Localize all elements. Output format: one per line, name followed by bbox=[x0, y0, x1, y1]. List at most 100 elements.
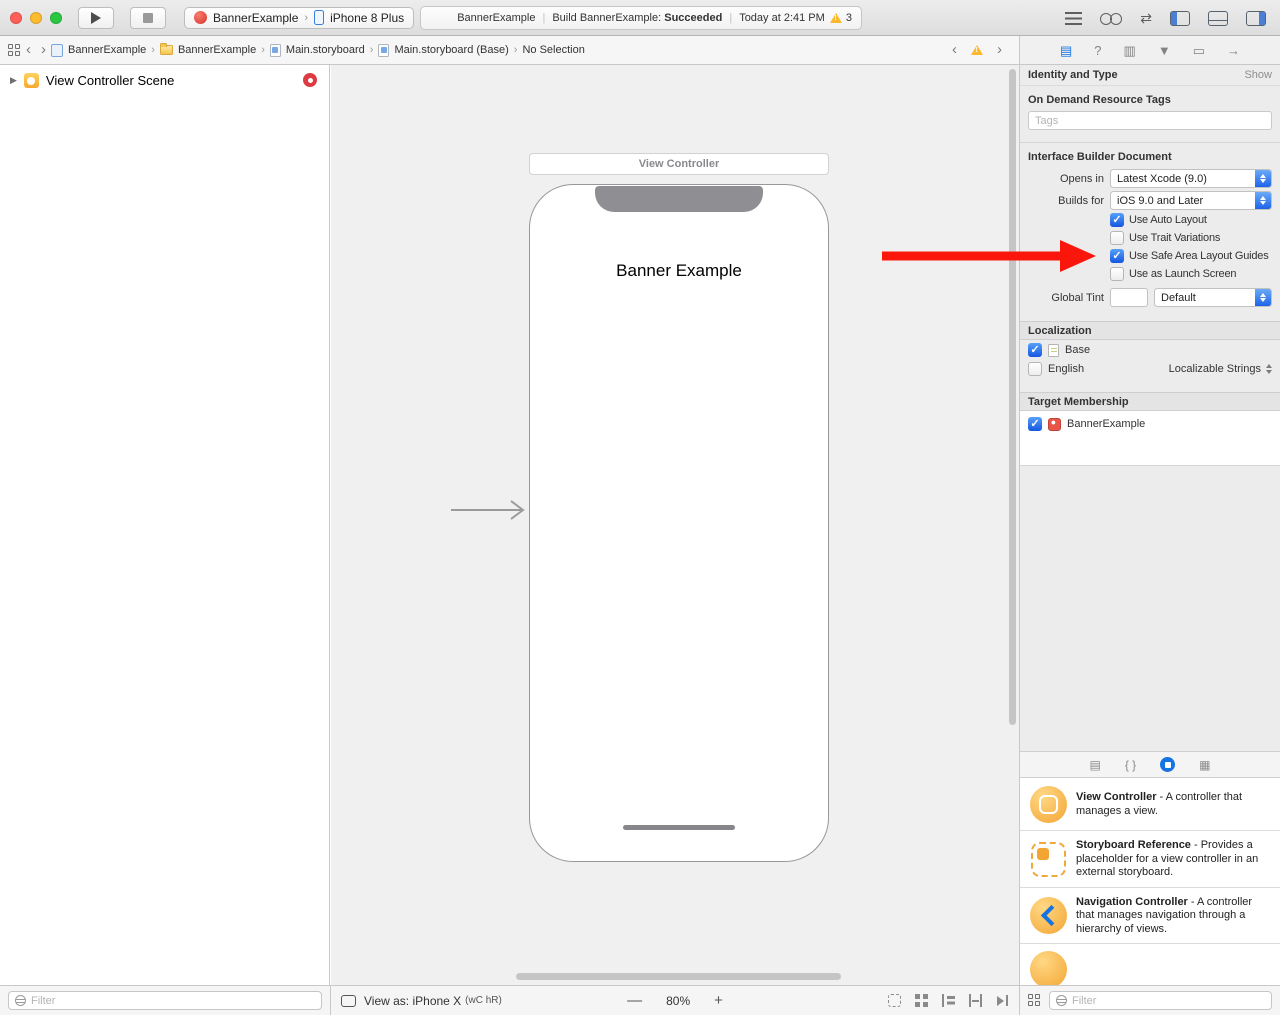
outline-filter-field[interactable] bbox=[8, 991, 322, 1010]
stop-button[interactable] bbox=[130, 7, 166, 29]
global-tint-popup[interactable]: Default bbox=[1154, 288, 1272, 307]
scene-label: View Controller Scene bbox=[46, 73, 174, 88]
toggle-inspector-panel-icon[interactable] bbox=[1246, 11, 1266, 26]
toggle-navigator-panel-icon[interactable] bbox=[1170, 11, 1190, 26]
target-checkbox[interactable] bbox=[1028, 417, 1042, 431]
attributes-inspector-icon[interactable]: ▼ bbox=[1158, 44, 1171, 57]
library-tab-bar: ▤ { } ▦ bbox=[1020, 751, 1280, 778]
previous-issue-button[interactable]: ‹ bbox=[947, 43, 962, 57]
warning-badge[interactable]: 3 bbox=[830, 12, 852, 24]
use-trait-variations-checkbox[interactable] bbox=[1110, 231, 1124, 245]
pin-constraints-icon[interactable] bbox=[969, 994, 982, 1007]
builds-for-row: Builds for iOS 9.0 and Later bbox=[1020, 191, 1272, 210]
canvas-bottom-bar: View as: iPhone X (wC hR) — 80% + bbox=[331, 985, 1019, 1015]
library-item-view-controller[interactable]: View Controller - A controller that mana… bbox=[1020, 778, 1280, 831]
opens-in-popup[interactable]: Latest Xcode (9.0) bbox=[1110, 169, 1272, 188]
update-frames-icon[interactable] bbox=[888, 994, 901, 1007]
library-filter-field[interactable] bbox=[1049, 991, 1272, 1010]
use-as-launch-screen-checkbox[interactable] bbox=[1110, 267, 1124, 281]
view-controller-scene-row[interactable]: ▶ View Controller Scene bbox=[0, 65, 329, 96]
stepper-icon[interactable] bbox=[1266, 364, 1272, 374]
next-issue-button[interactable]: › bbox=[992, 43, 1007, 57]
code-snippet-library-icon[interactable]: { } bbox=[1125, 759, 1136, 771]
view-controller-view[interactable]: Banner Example bbox=[529, 184, 829, 862]
embed-in-stack-icon[interactable] bbox=[915, 994, 928, 1007]
zoom-out-button[interactable]: — bbox=[627, 992, 642, 1009]
back-button[interactable]: ‹ bbox=[21, 43, 36, 57]
quick-help-inspector-icon[interactable]: ? bbox=[1094, 44, 1101, 57]
use-safe-area-layout-guides-checkbox[interactable] bbox=[1110, 249, 1124, 263]
assistant-editor-icon[interactable] bbox=[1100, 12, 1122, 25]
zoom-level[interactable]: 80% bbox=[666, 994, 690, 1008]
status-separator: | bbox=[729, 12, 732, 24]
breadcrumb-project[interactable]: BannerExample bbox=[51, 44, 146, 57]
builds-for-popup[interactable]: iOS 9.0 and Later bbox=[1110, 191, 1272, 210]
library-item-navigation-controller[interactable]: Navigation Controller - A controller tha… bbox=[1020, 888, 1280, 945]
checkbox-label: Use Safe Area Layout Guides bbox=[1129, 250, 1269, 262]
version-editor-icon[interactable]: ⇄ bbox=[1140, 12, 1152, 25]
opens-in-label: Opens in bbox=[1020, 173, 1110, 185]
view-as-label[interactable]: View as: iPhone X bbox=[364, 994, 461, 1008]
zoom-in-button[interactable]: + bbox=[714, 992, 723, 1009]
library-filter-input[interactable] bbox=[1072, 995, 1265, 1007]
object-library-icon[interactable] bbox=[1160, 757, 1175, 772]
inspector-tab-bar: ▤ ? ▥ ▼ ▭ → bbox=[1019, 36, 1280, 65]
connections-inspector-icon[interactable]: → bbox=[1227, 44, 1240, 57]
window-toolbar: BannerExample › iPhone 8 Plus BannerExam… bbox=[0, 0, 1280, 36]
identity-inspector-icon[interactable]: ▥ bbox=[1124, 44, 1136, 57]
annotation-arrow-head bbox=[1060, 240, 1096, 272]
filter-icon bbox=[15, 995, 26, 1006]
toggle-debug-panel-icon[interactable] bbox=[1208, 11, 1228, 26]
resolve-auto-layout-icon[interactable] bbox=[996, 994, 1009, 1007]
toolbar-right-controls: ⇄ bbox=[1065, 0, 1266, 36]
status-build: Build BannerExample: Succeeded bbox=[552, 12, 722, 24]
related-items-icon[interactable] bbox=[8, 44, 21, 57]
breadcrumb-storyboard[interactable]: Main.storyboard bbox=[270, 44, 365, 57]
error-badge[interactable] bbox=[303, 73, 317, 87]
global-tint-color-well[interactable] bbox=[1110, 288, 1148, 307]
banner-label[interactable]: Banner Example bbox=[530, 261, 828, 281]
align-icon[interactable] bbox=[942, 994, 955, 1007]
breadcrumb-no-selection[interactable]: No Selection bbox=[522, 44, 584, 56]
library-item-partial[interactable] bbox=[1020, 944, 1280, 985]
forward-button[interactable]: › bbox=[36, 43, 51, 57]
grid-view-icon[interactable] bbox=[1028, 994, 1041, 1007]
base-checkbox[interactable] bbox=[1028, 343, 1042, 357]
breadcrumb-storyboard-base[interactable]: Main.storyboard (Base) bbox=[378, 44, 508, 57]
project-icon bbox=[51, 44, 63, 57]
file-inspector-icon[interactable]: ▤ bbox=[1060, 44, 1072, 57]
scheme-name[interactable]: BannerExample bbox=[213, 11, 298, 25]
run-destination[interactable]: iPhone 8 Plus bbox=[330, 11, 404, 25]
scheme-selector[interactable]: BannerExample › iPhone 8 Plus bbox=[184, 7, 414, 29]
horizontal-scrollbar[interactable] bbox=[516, 973, 841, 980]
app-icon bbox=[194, 11, 207, 24]
view-controller-title-bar[interactable]: View Controller bbox=[529, 153, 829, 175]
library-item-storyboard-reference[interactable]: Storyboard Reference - Provides a placeh… bbox=[1020, 831, 1280, 888]
global-tint-label: Global Tint bbox=[1020, 292, 1110, 304]
localization-file-type[interactable]: Localizable Strings bbox=[1169, 363, 1272, 375]
library-item-icon bbox=[1030, 951, 1067, 985]
disclosure-triangle-icon[interactable]: ▶ bbox=[10, 75, 17, 86]
resource-tags-input[interactable] bbox=[1028, 111, 1272, 130]
breadcrumb-separator: › bbox=[256, 44, 270, 56]
storyboard-base-icon bbox=[378, 44, 389, 57]
storyboard-entry-point-arrow bbox=[449, 498, 531, 522]
storyboard-canvas[interactable]: View Controller Banner Example bbox=[331, 65, 1019, 985]
minimize-window-button[interactable] bbox=[30, 12, 42, 24]
status-bar-notch bbox=[595, 186, 763, 212]
opens-in-row: Opens in Latest Xcode (9.0) bbox=[1020, 169, 1272, 188]
english-checkbox[interactable] bbox=[1028, 362, 1042, 376]
outline-filter-input[interactable] bbox=[31, 995, 315, 1007]
standard-editor-icon[interactable] bbox=[1065, 12, 1082, 25]
vertical-scrollbar[interactable] bbox=[1009, 69, 1016, 725]
warning-icon[interactable] bbox=[971, 45, 983, 55]
breadcrumb-group[interactable]: BannerExample bbox=[160, 44, 256, 56]
zoom-window-button[interactable] bbox=[50, 12, 62, 24]
media-library-icon[interactable]: ▦ bbox=[1199, 759, 1210, 771]
use-auto-layout-checkbox[interactable] bbox=[1110, 213, 1124, 227]
run-button[interactable] bbox=[78, 7, 114, 29]
close-window-button[interactable] bbox=[10, 12, 22, 24]
show-link[interactable]: Show bbox=[1244, 69, 1272, 81]
size-inspector-icon[interactable]: ▭ bbox=[1193, 44, 1205, 57]
file-template-library-icon[interactable]: ▤ bbox=[1089, 759, 1100, 771]
